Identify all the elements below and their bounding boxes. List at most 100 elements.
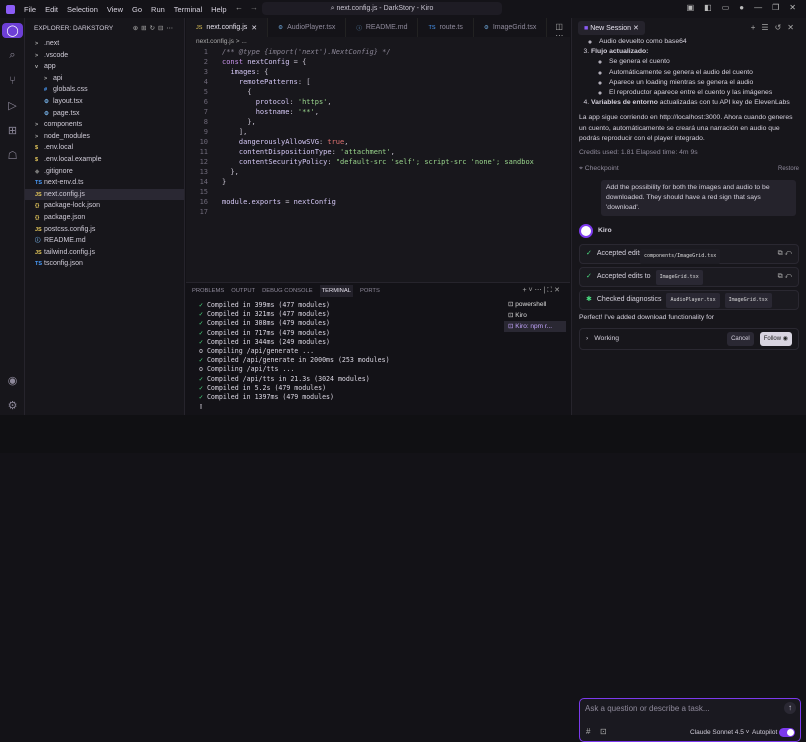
file-chip[interactable]: AudioPlayer.tsx — [666, 293, 720, 308]
terminal-instance[interactable]: ⊡ Kiro — [504, 310, 566, 321]
forward-arrow-icon[interactable]: → — [250, 3, 258, 12]
tree-item[interactable]: ⚙ layout.tsx — [25, 96, 184, 108]
terminal-instance[interactable]: ⊡ Kiro: npm r... — [504, 321, 566, 332]
file-chip[interactable]: ImageGrid.tsx — [655, 270, 703, 285]
editor-tab[interactable]: TS route.ts — [418, 18, 474, 37]
close-tab-icon[interactable]: ✕ — [251, 24, 257, 32]
follow-button[interactable]: Follow ◉ — [759, 331, 792, 346]
run-debug-icon[interactable]: ▷ — [0, 93, 25, 118]
tree-item[interactable]: > .vscode — [25, 50, 184, 62]
chat-input[interactable]: Ask a question or describe a task... ↑ #… — [579, 697, 801, 742]
menu-edit[interactable]: Edit — [45, 5, 58, 14]
tree-item[interactable]: ◆ .gitignore — [25, 166, 184, 178]
maximize-icon[interactable]: ❐ — [772, 3, 779, 12]
chat-icon[interactable]: ● — [739, 3, 744, 12]
tree-item[interactable]: > components — [25, 119, 184, 131]
toggle-panel-icon[interactable]: ▭ — [722, 3, 730, 12]
menu-help[interactable]: Help — [211, 5, 226, 14]
tree-item-label: .vscode — [44, 51, 69, 59]
send-arrow-icon[interactable]: ↑ — [784, 701, 796, 714]
code-editor[interactable]: 1 /** @type {import('next').NextConfig} *… — [186, 47, 570, 217]
editor-tab[interactable]: ⓘ README.md — [346, 18, 419, 37]
tree-item[interactable]: > node_modules — [25, 131, 184, 143]
terminal-text: Compiled in 344ms (249 modules) — [202, 337, 331, 346]
step-heading: Flujo actualizado: — [591, 48, 649, 56]
panel-actions[interactable]: + ˅ ⋯ | ⛶ ✕ — [523, 286, 560, 295]
tree-item[interactable]: # globals.css — [25, 84, 184, 96]
tree-item-label: .next — [44, 40, 60, 47]
tree-item[interactable]: JS next.config.js — [25, 188, 184, 201]
menu-terminal[interactable]: Terminal — [174, 5, 202, 14]
search-icon[interactable]: ⌕ — [0, 43, 25, 68]
back-arrow-icon[interactable]: ← — [235, 3, 243, 12]
panel-tab-debug-console[interactable]: DEBUG CONSOLE — [262, 288, 313, 294]
file-chip[interactable]: ImageGrid.tsx — [724, 293, 772, 308]
terminal-text: Compiled in 399ms (477 modules) — [202, 301, 331, 309]
editor-tab[interactable]: ⚙ ImageGrid.tsx — [474, 18, 548, 37]
explorer-actions[interactable]: ⊕⊞↻⊟⋯ — [133, 24, 176, 32]
editor-tab[interactable]: ⚙ AudioPlayer.tsx — [268, 18, 347, 37]
cancel-button[interactable]: Cancel — [727, 331, 754, 346]
toggle-sidebar-icon[interactable]: ◧ — [704, 3, 712, 12]
tree-item[interactable]: ⓘ README.md — [25, 235, 184, 247]
code-token: true — [327, 138, 345, 146]
kiro-ghost-icon[interactable]: ☖ — [0, 143, 25, 168]
tree-item[interactable]: {} package-lock.json — [25, 200, 184, 212]
menu-selection[interactable]: Selection — [67, 5, 98, 14]
close-icon[interactable]: ✕ — [789, 3, 796, 12]
tree-item[interactable]: $ .env.local — [25, 142, 184, 154]
minimize-icon[interactable]: — — [754, 3, 762, 12]
source-control-icon[interactable]: ⑂ — [0, 68, 25, 93]
file-type-icon: $ — [35, 156, 39, 163]
line-number: 2 — [203, 58, 208, 66]
tree-item[interactable]: ⚙ page.tsx — [25, 108, 184, 120]
accepted-edits-card: ✓ Accepted edits components/ImageGrid.tsx… — [579, 244, 799, 265]
image-attach-icon[interactable]: ⊡ — [600, 727, 607, 736]
code-token: : { — [255, 68, 269, 76]
chat-header-actions[interactable]: +☰↺✕ — [751, 23, 800, 32]
layout-icon[interactable]: ▣ — [687, 3, 695, 12]
command-center-search[interactable]: ⌕ next.config.js - DarkStory - Kiro — [262, 2, 502, 15]
window-title: next.config.js - DarkStory - Kiro — [336, 5, 434, 12]
menu-view[interactable]: View — [107, 5, 123, 14]
session-tab[interactable]: ■ New Session ✕ — [578, 20, 645, 35]
tree-item[interactable]: > .next — [25, 38, 184, 50]
panel-tab-output[interactable]: OUTPUT — [231, 288, 255, 294]
tree-item[interactable]: {} package.json — [25, 212, 184, 224]
tree-item[interactable]: > api — [25, 73, 184, 85]
card-actions[interactable]: ⧉ ↶ — [778, 272, 792, 282]
line-number: 10 — [199, 138, 208, 146]
breadcrumb[interactable]: next.config.js > ... — [186, 37, 570, 47]
extensions-icon[interactable]: ⊞ — [0, 118, 25, 143]
code-line: 16 module.exports = nextConfig — [186, 197, 570, 207]
hash-icon[interactable]: # — [586, 727, 590, 736]
tree-item[interactable]: TS tsconfig.json — [25, 258, 184, 270]
code-token: nextConfig — [247, 58, 294, 66]
step-heading: Variables de entorno — [591, 99, 658, 107]
panel-tab-ports[interactable]: PORTS — [360, 288, 380, 294]
tree-item[interactable]: $ .env.local.example — [25, 154, 184, 166]
panel-tab-terminal[interactable]: TERMINAL — [319, 284, 353, 297]
terminal-text: Compiled in 717ms (479 modules) — [202, 328, 331, 337]
chevron-right-icon[interactable]: › — [586, 334, 588, 344]
autopilot-toggle[interactable] — [779, 727, 795, 737]
tree-item[interactable]: JS tailwind.config.js — [25, 247, 184, 259]
kiro-icon[interactable]: ◯ — [0, 18, 25, 43]
restore-button[interactable]: Restore — [778, 164, 799, 174]
editor-tab-actions[interactable]: ◫ ⋯ — [547, 18, 571, 40]
terminal-instance[interactable]: ⊡ powershell — [504, 299, 566, 310]
model-select[interactable]: Claude Sonnet 4.5 ˅ — [690, 729, 749, 736]
account-icon[interactable]: ◉ — [0, 368, 25, 393]
tree-item[interactable]: TS next-env.d.ts — [25, 177, 184, 189]
tree-item-label: .gitignore — [44, 167, 73, 175]
editor-tab-label: next.config.js — [206, 24, 248, 31]
tree-item[interactable]: v app — [25, 61, 184, 73]
tree-item[interactable]: JS postcss.config.js — [25, 224, 184, 236]
panel-tab-problems[interactable]: PROBLEMS — [192, 288, 224, 294]
card-actions[interactable]: ⧉ ↶ — [778, 249, 792, 259]
editor-tab[interactable]: JS next.config.js ✕ — [186, 18, 269, 37]
menu-run[interactable]: Run — [151, 5, 165, 14]
menu-file[interactable]: File — [24, 5, 36, 14]
menu-go[interactable]: Go — [132, 5, 142, 14]
list-item: El reproductor aparece entre el cuento y… — [609, 88, 799, 98]
